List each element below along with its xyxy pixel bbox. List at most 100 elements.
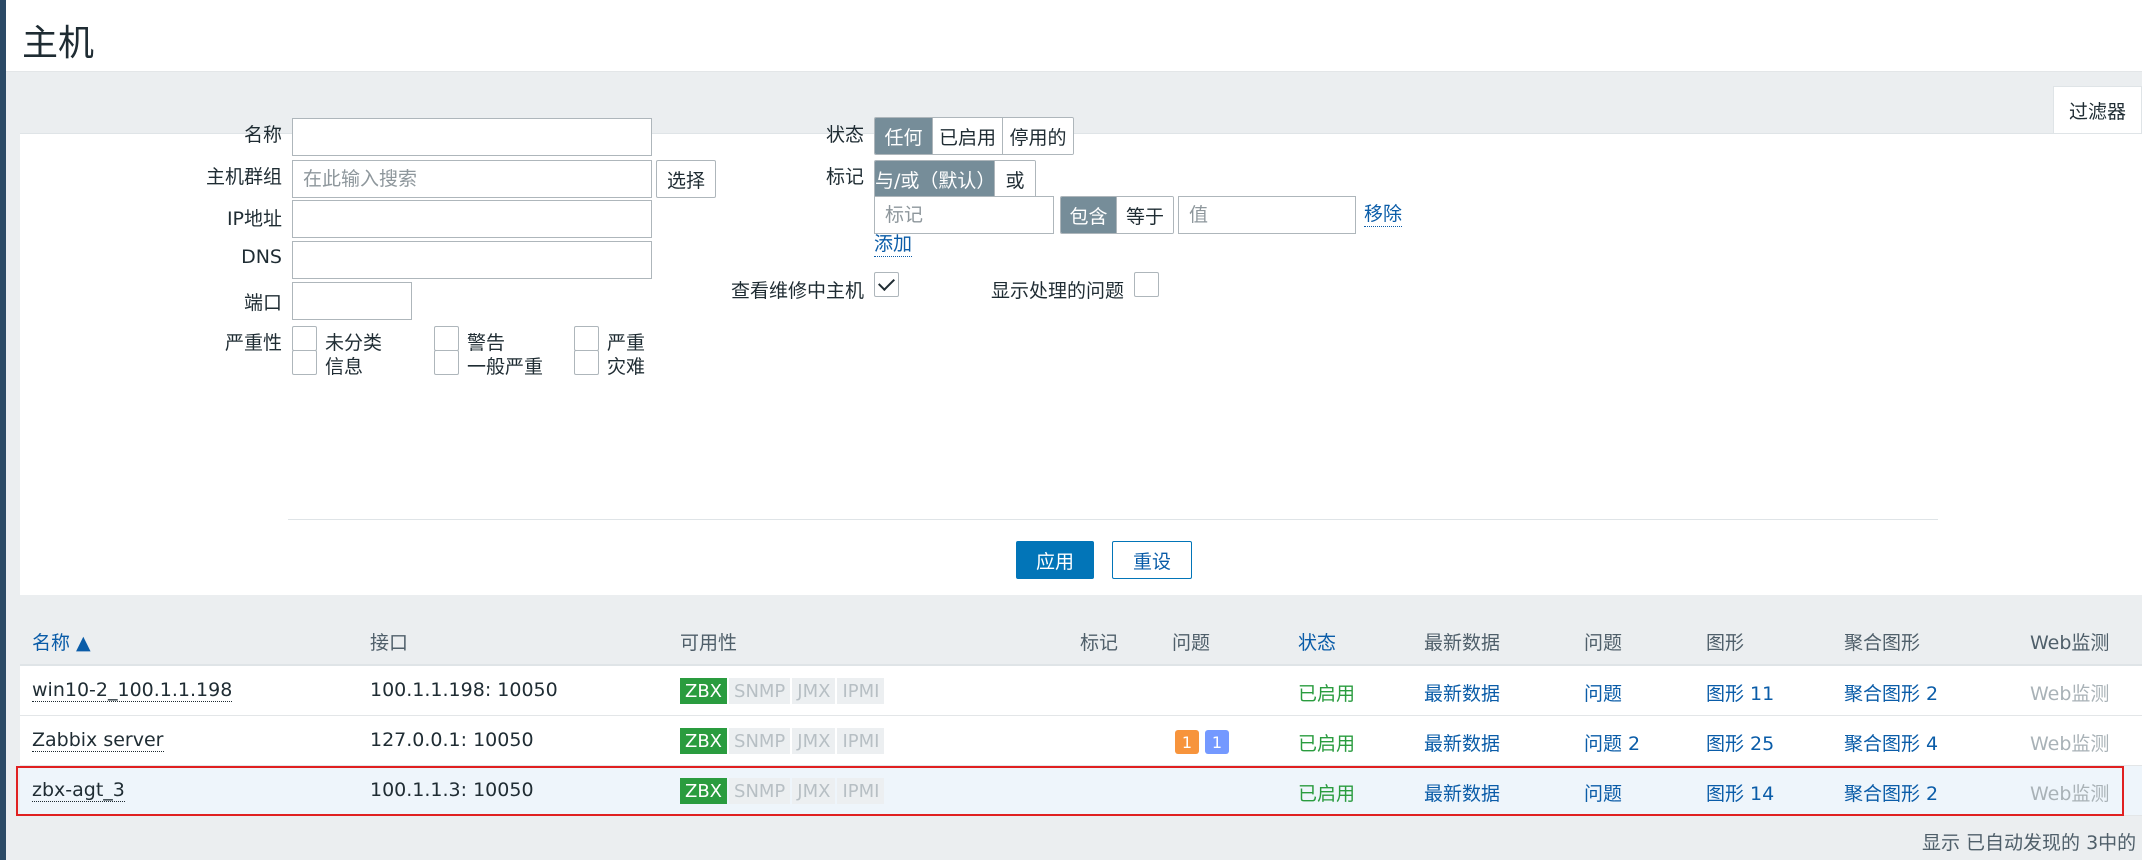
dns-input[interactable] (292, 241, 652, 279)
status-option-any[interactable]: 任何 (875, 118, 933, 154)
host-name-link[interactable]: zbx-agt_3 (32, 779, 125, 802)
page-title: 主机 (22, 23, 95, 64)
col-graphs: 图形 (1706, 632, 1745, 654)
jmx-indicator: JMX (792, 778, 836, 804)
ip-input[interactable] (292, 200, 652, 238)
tag-remove-link[interactable]: 移除 (1364, 202, 1403, 227)
availability-indicators: ZBX SNMP JMX IPMI (680, 728, 886, 754)
host-interface: 100.1.1.3: 10050 (370, 779, 534, 801)
name-input[interactable] (292, 118, 652, 156)
suppressed-label: 显示处理的问题 (990, 280, 1124, 302)
host-interface: 100.1.1.198: 10050 (370, 679, 558, 701)
col-status-sort[interactable]: 状态 (1298, 628, 1336, 655)
hostgroup-select-button[interactable]: 选择 (656, 160, 716, 198)
snmp-indicator: SNMP (729, 778, 791, 804)
port-input[interactable] (292, 282, 412, 320)
dns-label: DNS (241, 246, 282, 268)
latest-data-link[interactable]: 最新数据 (1424, 779, 1500, 806)
col-latest-data: 最新数据 (1424, 632, 1501, 654)
screens-link[interactable]: 聚合图形 2 (1844, 679, 1938, 706)
tags-mode-and-or[interactable]: 与/或（默认） (875, 161, 995, 197)
apply-button[interactable]: 应用 (1016, 541, 1094, 579)
severity-checkbox-average[interactable] (434, 350, 459, 375)
latest-data-link[interactable]: 最新数据 (1424, 729, 1500, 756)
availability-indicators: ZBX SNMP JMX IPMI (680, 778, 886, 804)
severity-checkbox-high[interactable] (574, 326, 599, 351)
tags-label: 标记 (825, 166, 864, 188)
snmp-indicator: SNMP (729, 728, 791, 754)
col-tags: 标记 (1080, 632, 1119, 654)
latest-data-link[interactable]: 最新数据 (1424, 679, 1500, 706)
tag-add-link[interactable]: 添加 (874, 232, 913, 257)
table-row: win10-2_100.1.1.198 100.1.1.198: 10050 Z… (20, 666, 2142, 716)
tag-value-input[interactable] (1178, 196, 1356, 234)
maintenance-checkbox[interactable] (874, 272, 899, 297)
host-status-link[interactable]: 已启用 (1298, 729, 1355, 756)
severity-checkbox-disaster[interactable] (574, 350, 599, 375)
host-status-link[interactable]: 已启用 (1298, 679, 1355, 706)
ipmi-indicator: IPMI (837, 728, 885, 754)
col-screens: 聚合图形 (1844, 632, 1921, 654)
ip-label: IP地址 (226, 208, 282, 230)
zbx-indicator: ZBX (680, 728, 728, 754)
name-label: 名称 (243, 124, 282, 146)
left-nav-strip (0, 0, 6, 860)
severity-checkbox-information[interactable] (292, 350, 317, 375)
maintenance-label: 查看维修中主机 (730, 280, 864, 302)
tag-operator-segmented: 包含 等于 (1060, 196, 1174, 234)
col-web: Web监测 (2030, 632, 2110, 654)
graphs-link[interactable]: 图形 11 (1706, 679, 1774, 706)
snmp-indicator: SNMP (729, 678, 791, 704)
status-option-enabled[interactable]: 已启用 (933, 118, 1003, 154)
status-option-disabled[interactable]: 停用的 (1003, 118, 1073, 154)
severity-label: 严重性 (224, 332, 282, 354)
filter-divider (288, 519, 1938, 520)
col-problems-link: 问题 (1584, 632, 1623, 654)
host-interface: 127.0.0.1: 10050 (370, 729, 534, 751)
tags-mode-or[interactable]: 或 (995, 161, 1035, 197)
web-monitoring-text: Web监测 (2030, 733, 2110, 755)
severity-label-high: 严重 (607, 332, 646, 354)
severity-label-warning: 警告 (467, 332, 506, 354)
hostgroup-label: 主机群组 (205, 166, 282, 188)
problem-badge-warning[interactable]: 1 (1175, 730, 1199, 754)
tag-operator-equals[interactable]: 等于 (1117, 197, 1173, 233)
port-label: 端口 (243, 292, 282, 314)
host-name-link[interactable]: Zabbix server (32, 729, 164, 752)
tag-operator-contains[interactable]: 包含 (1061, 197, 1117, 233)
severity-label-unclassified: 未分类 (325, 332, 383, 354)
col-name-sort[interactable]: 名称 ▲ (32, 628, 91, 655)
zbx-indicator: ZBX (680, 678, 728, 704)
status-label: 状态 (825, 124, 864, 146)
filter-tab[interactable]: 过滤器 (2053, 86, 2142, 134)
screens-link[interactable]: 聚合图形 4 (1844, 729, 1938, 756)
severity-label-disaster: 灾难 (607, 356, 646, 378)
jmx-indicator: JMX (792, 678, 836, 704)
web-monitoring-text: Web监测 (2030, 683, 2110, 705)
graphs-link[interactable]: 图形 14 (1706, 779, 1774, 806)
tags-mode-segmented: 与/或（默认） 或 (874, 160, 1036, 198)
hostgroup-input[interactable] (292, 160, 652, 198)
problems-link[interactable]: 问题 (1584, 679, 1622, 706)
problems-link[interactable]: 问题 (1584, 779, 1622, 806)
problems-link[interactable]: 问题 2 (1584, 729, 1640, 756)
suppressed-checkbox[interactable] (1134, 272, 1159, 297)
screens-link[interactable]: 聚合图形 2 (1844, 779, 1938, 806)
col-problems: 问题 (1172, 632, 1211, 654)
col-availability: 可用性 (680, 632, 738, 654)
table-row-selected: zbx-agt_3 100.1.1.3: 10050 ZBX SNMP JMX … (20, 766, 2142, 816)
problem-badge-info[interactable]: 1 (1205, 730, 1229, 754)
graphs-link[interactable]: 图形 25 (1706, 729, 1774, 756)
table-header: 名称 ▲ 接口 可用性 标记 问题 状态 最新数据 问题 图形 聚合图形 Web… (20, 614, 2142, 666)
host-name-link[interactable]: win10-2_100.1.1.198 (32, 679, 233, 702)
tag-name-input[interactable] (874, 196, 1054, 234)
host-status-link[interactable]: 已启用 (1298, 779, 1355, 806)
ipmi-indicator: IPMI (837, 678, 885, 704)
jmx-indicator: JMX (792, 728, 836, 754)
severity-checkbox-unclassified[interactable] (292, 326, 317, 351)
reset-button[interactable]: 重设 (1112, 541, 1192, 579)
severity-label-average: 一般严重 (467, 356, 544, 378)
table-footer-note: 显示 已自动发现的 3中的 (1922, 832, 2137, 854)
severity-checkbox-warning[interactable] (434, 326, 459, 351)
availability-indicators: ZBX SNMP JMX IPMI (680, 678, 886, 704)
